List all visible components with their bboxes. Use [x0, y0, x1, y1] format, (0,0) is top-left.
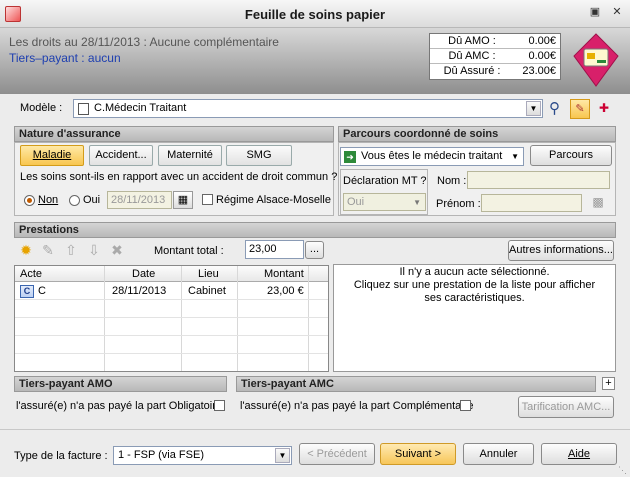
parcours-select[interactable]: ➜ Vous êtes le médecin traitant ▼	[340, 147, 524, 166]
restore-icon[interactable]: ▣	[588, 6, 602, 20]
model-label: Modèle :	[20, 102, 63, 114]
prestations-heading: Prestations	[14, 222, 616, 238]
carte-vitale-logo-icon	[573, 33, 619, 87]
accident-date-field[interactable]: 28/11/2013	[107, 191, 172, 209]
parcours-heading: Parcours coordonné de soins	[338, 126, 616, 142]
new-prestation-icon[interactable]: ✹	[18, 242, 34, 258]
chevron-down-icon: ▼	[275, 448, 290, 463]
radio-oui-label: Oui	[83, 194, 101, 206]
invoice-type-label: Type de la facture :	[14, 450, 108, 462]
other-info-button[interactable]: Autres informations...	[508, 240, 614, 261]
model-select[interactable]: C.Médecin Traitant ▼	[73, 99, 543, 118]
parcours-button[interactable]: Parcours	[530, 145, 612, 166]
calendar-icon[interactable]: ▦	[173, 191, 193, 209]
prenom-label: Prénom :	[436, 198, 481, 210]
col-date[interactable]: Date	[132, 268, 155, 280]
col-acte[interactable]: Acte	[20, 268, 42, 280]
total-more-button[interactable]: ...	[305, 241, 324, 259]
edit-pencil-icon[interactable]: ✎	[40, 242, 56, 258]
prestation-details-panel: Il n'y a aucun acte sélectionné. Cliquez…	[333, 264, 616, 372]
edit-model-icon[interactable]: ✎	[570, 99, 590, 119]
prenom-field[interactable]	[481, 194, 582, 212]
tp-amc-checkbox[interactable]	[460, 400, 471, 411]
tab-smg[interactable]: SMG	[226, 145, 292, 166]
due-amo-row: Dû AMO : 0.00€	[430, 34, 560, 49]
tp-amo-checkbox[interactable]	[214, 400, 225, 411]
alsace-label: Régime Alsace-Moselle	[216, 194, 331, 206]
acte-c-icon: C	[20, 285, 34, 298]
document-icon	[78, 103, 89, 115]
title-bar: Feuille de soins papier ▣ ✕	[0, 0, 630, 28]
resize-grip-icon[interactable]: ⋱	[618, 465, 628, 475]
window-title: Feuille de soins papier	[244, 7, 386, 22]
rights-status: Les droits au 28/11/2013 : Aucune complé…	[9, 35, 279, 49]
radio-non-label: Non	[38, 194, 59, 206]
declaration-select[interactable]: Oui ▼	[343, 193, 426, 211]
nom-field[interactable]	[467, 171, 610, 189]
selection-hint-text: Cliquez sur une prestation de la liste p…	[353, 279, 596, 304]
add-model-icon[interactable]: ✚	[594, 99, 614, 119]
declaration-label: Déclaration MT ?	[343, 175, 427, 187]
chevron-down-icon: ▼	[526, 101, 541, 116]
nom-label: Nom :	[437, 175, 467, 187]
no-selection-text: Il n'y a aucun acte sélectionné.	[399, 266, 550, 278]
tp-amo-label: l'assuré(e) n'a pas payé la part Obligat…	[16, 400, 222, 412]
footer-divider	[0, 429, 630, 430]
chevron-down-icon: ▼	[413, 198, 421, 207]
tab-maladie[interactable]: Maladie	[20, 145, 84, 166]
invoice-type-select[interactable]: 1 - FSP (via FSE) ▼	[113, 446, 292, 465]
nature-heading: Nature d'assurance	[14, 126, 334, 142]
tiers-payant-status: Tiers–payant : aucun	[9, 51, 121, 65]
arrow-up-icon[interactable]: ⇧	[63, 242, 79, 258]
expand-plus-icon[interactable]: +	[602, 377, 615, 390]
help-button[interactable]: Aide	[541, 443, 617, 465]
total-field[interactable]: 23,00	[245, 240, 304, 259]
due-amc-row: Dû AMC : 0.00€	[430, 49, 560, 64]
previous-button[interactable]: < Précédent	[299, 443, 375, 465]
tab-accident[interactable]: Accident...	[89, 145, 153, 166]
tarification-amc-button[interactable]: Tarification AMC...	[518, 396, 614, 418]
delete-icon[interactable]: ✖	[109, 242, 125, 258]
tp-amc-heading: Tiers-payant AMC	[236, 376, 596, 392]
tab-maternite[interactable]: Maternité	[158, 145, 222, 166]
arrow-right-icon: ➜	[344, 151, 356, 163]
tp-amo-heading: Tiers-payant AMO	[14, 376, 227, 392]
search-icon[interactable]: ⚲	[549, 100, 567, 118]
table-header: Acte Date Lieu Montant	[15, 266, 328, 282]
table-row[interactable]: C C 28/11/2013 Cabinet 23,00 €	[15, 283, 328, 299]
accident-question: Les soins sont-ils en rapport avec un ac…	[20, 171, 338, 183]
col-montant[interactable]: Montant	[264, 268, 304, 280]
chevron-down-icon: ▼	[511, 152, 519, 161]
close-icon[interactable]: ✕	[610, 6, 624, 20]
prestations-table: Acte Date Lieu Montant C C 28/11/2013 Ca…	[14, 265, 329, 372]
alsace-checkbox[interactable]	[202, 194, 213, 205]
arrow-down-icon[interactable]: ⇩	[86, 242, 102, 258]
next-button[interactable]: Suivant >	[380, 443, 456, 465]
dues-table: Dû AMO : 0.00€ Dû AMC : 0.00€ Dû Assuré …	[429, 33, 561, 80]
total-label: Montant total :	[154, 245, 224, 257]
book-icon[interactable]: ▩	[591, 195, 605, 209]
cancel-button[interactable]: Annuler	[463, 443, 534, 465]
due-assure-row: Dû Assuré : 23.00€	[443, 65, 556, 77]
col-lieu[interactable]: Lieu	[198, 268, 219, 280]
radio-non[interactable]	[24, 195, 35, 206]
radio-oui[interactable]	[69, 195, 80, 206]
tp-amc-label: l'assuré(e) n'a pas payé la part Complém…	[240, 400, 474, 412]
